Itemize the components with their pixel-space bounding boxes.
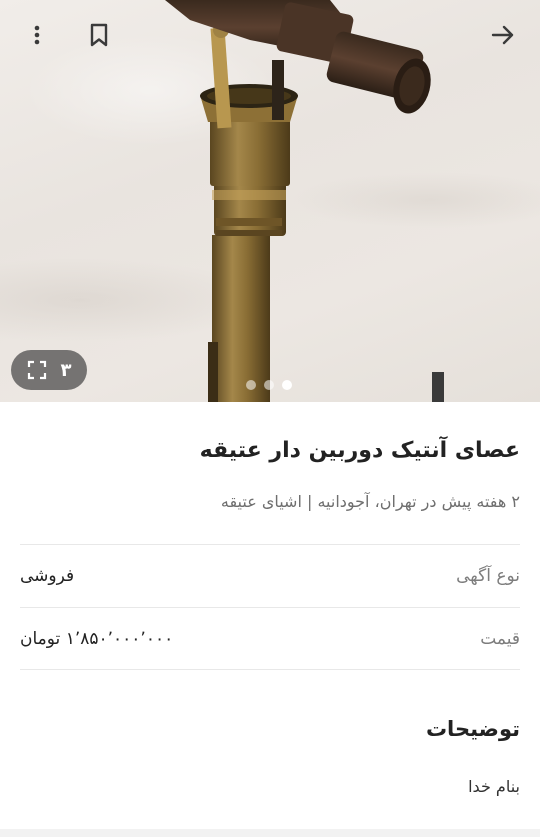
- detail-value: فروشی: [20, 566, 75, 586]
- detail-label: نوع آگهی: [456, 566, 520, 586]
- more-vertical-icon: [34, 25, 40, 45]
- gallery-dot[interactable]: [264, 380, 274, 390]
- description-text: بنام خدا: [468, 777, 520, 796]
- detail-value: ۱٬۸۵۰٬۰۰۰٬۰۰۰ تومان: [20, 628, 174, 649]
- detail-row-price: قیمت ۱٬۸۵۰٬۰۰۰٬۰۰۰ تومان: [20, 607, 520, 670]
- bookmark-icon: [90, 23, 108, 47]
- bookmark-button[interactable]: [82, 18, 116, 52]
- gallery-count: ۳: [60, 359, 72, 381]
- ad-details: عصای آنتیک دوربین دار عتیقه ۲ هفته پیش د…: [0, 402, 540, 798]
- gallery-pagination: [246, 380, 292, 390]
- ad-image-gallery[interactable]: ۳: [0, 0, 540, 402]
- ad-meta[interactable]: ۲ هفته پیش در تهران، آجودانیه | اشیای عت…: [20, 486, 520, 544]
- gallery-dot-active[interactable]: [282, 380, 292, 390]
- gallery-dot[interactable]: [246, 380, 256, 390]
- back-button[interactable]: [486, 18, 520, 52]
- bottom-divider: [0, 829, 540, 837]
- detail-label: قیمت: [480, 628, 520, 649]
- gallery-count-badge[interactable]: ۳: [11, 350, 87, 390]
- expand-icon: [27, 360, 46, 380]
- more-options-button[interactable]: [20, 18, 54, 52]
- ad-title: عصای آنتیک دوربین دار عتیقه: [199, 438, 520, 463]
- description-heading: توضیحات: [425, 717, 520, 741]
- arrow-right-icon: [491, 25, 514, 45]
- telescope-cane-photo: [165, 0, 444, 402]
- detail-row-ad-type: نوع آگهی فروشی: [20, 544, 520, 607]
